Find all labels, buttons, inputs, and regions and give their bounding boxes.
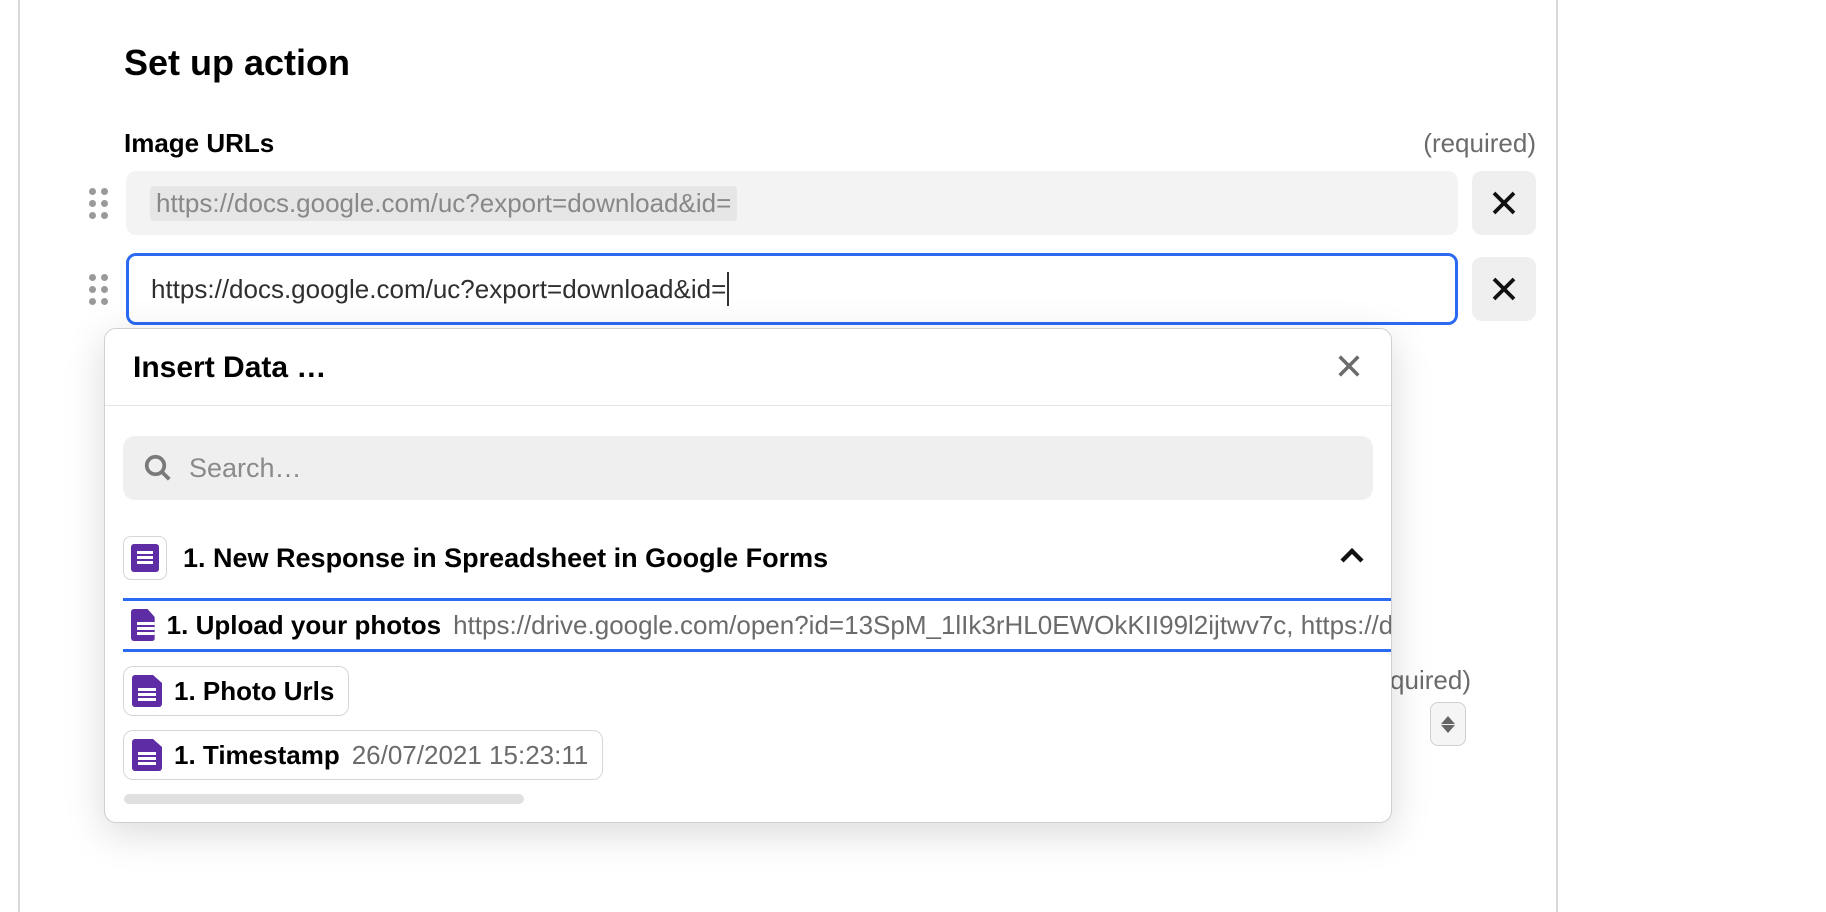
data-option-timestamp[interactable]: 1. Timestamp 26/07/2021 15:23:11 [123,730,603,780]
image-url-input-active[interactable]: https://docs.google.com/uc?export=downlo… [126,253,1458,325]
search-wrap [105,406,1391,518]
data-option-photo-urls[interactable]: 1. Photo Urls [123,666,349,716]
option-label: 1. Timestamp [174,740,340,771]
options-list: 1. Upload your photos https://drive.goog… [105,598,1391,822]
search-icon [143,453,173,483]
url-value-chip: https://docs.google.com/uc?export=downlo… [150,186,737,221]
content-area: Set up action Image URLs (required) http… [20,0,1556,325]
chevron-up-icon [1441,716,1455,724]
google-forms-icon [131,544,159,572]
chevron-up-icon [1337,541,1367,571]
close-icon [1335,352,1363,380]
app-icon-box [123,536,167,580]
search-input[interactable] [189,453,1353,484]
url-row: https://docs.google.com/uc?export=downlo… [84,253,1536,325]
url-row: https://docs.google.com/uc?export=downlo… [84,171,1536,235]
field-label: Image URLs [124,128,274,159]
url-value-text: https://docs.google.com/uc?export=downlo… [151,274,726,305]
google-forms-icon [132,739,162,771]
close-icon [1489,188,1519,218]
drag-handle-icon[interactable] [84,274,112,305]
google-forms-icon [131,609,155,641]
delete-row-button[interactable] [1472,257,1536,321]
google-forms-icon [132,675,162,707]
background-stepper[interactable] [1430,702,1466,746]
data-source-row[interactable]: 1. New Response in Spreadsheet in Google… [105,518,1391,598]
data-source-title: 1. New Response in Spreadsheet in Google… [183,543,1321,574]
delete-row-button[interactable] [1472,171,1536,235]
insert-data-dropdown: Insert Data … 1. New Response in Spreads… [104,328,1392,823]
drag-handle-icon[interactable] [84,188,112,219]
option-value: https://drive.google.com/open?id=13SpM_1… [453,610,1391,641]
option-value: 26/07/2021 15:23:11 [352,740,589,771]
horizontal-scrollbar[interactable] [124,794,524,804]
dropdown-header: Insert Data … [105,329,1391,406]
section-heading: Set up action [124,42,1556,84]
dropdown-title: Insert Data … [133,351,326,385]
text-cursor [727,272,729,306]
data-option-upload-photos[interactable]: 1. Upload your photos https://drive.goog… [123,598,1391,652]
search-box[interactable] [123,436,1373,500]
option-label: 1. Upload your photos [167,610,441,641]
dropdown-close-button[interactable] [1335,352,1363,385]
field-label-row: Image URLs (required) [124,128,1536,159]
close-icon [1489,274,1519,304]
image-url-input[interactable]: https://docs.google.com/uc?export=downlo… [126,171,1458,235]
required-indicator: (required) [1423,128,1536,159]
chevron-down-icon [1441,725,1455,733]
option-label: 1. Photo Urls [174,676,334,707]
collapse-toggle[interactable] [1337,541,1367,576]
